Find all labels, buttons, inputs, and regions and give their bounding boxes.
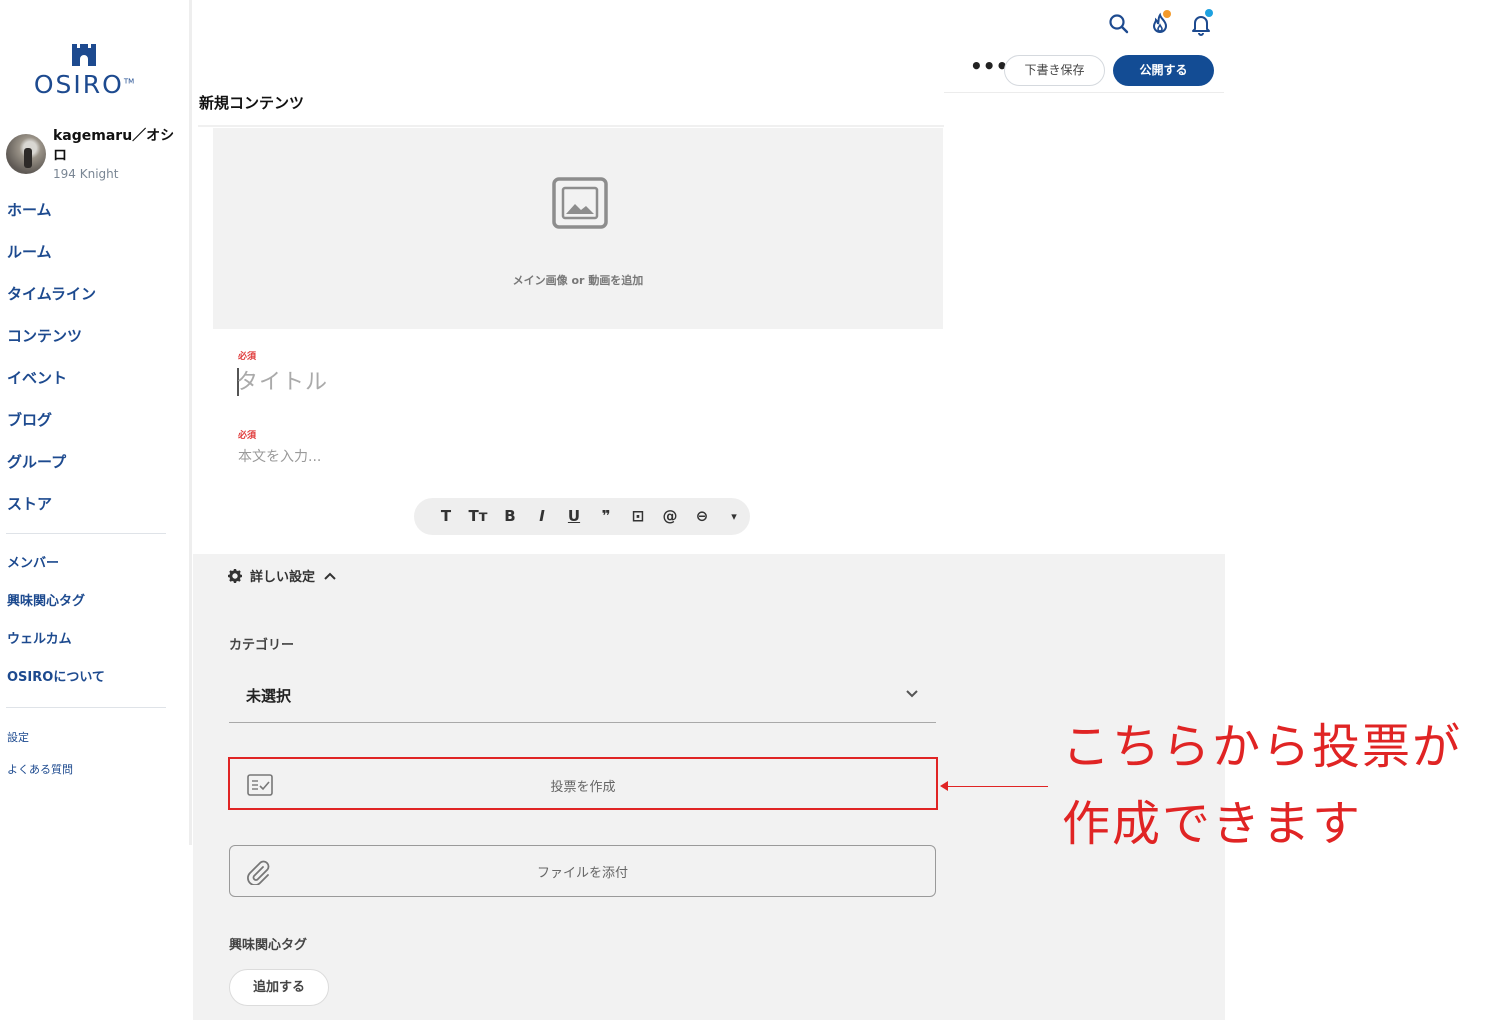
body-input[interactable]: 本文を入力... (238, 446, 321, 466)
bell-icon[interactable] (1189, 9, 1213, 36)
castle-icon (72, 44, 96, 66)
notification-badge (1163, 10, 1171, 18)
brand-name: OSIROTM (33, 70, 135, 99)
nav-item-event[interactable]: イベント (7, 364, 177, 406)
user-points: 194 Knight (53, 167, 119, 181)
title-input[interactable]: タイトル (236, 364, 328, 396)
create-poll-label: 投票を作成 (550, 780, 616, 795)
more-format-button[interactable]: ▾ (718, 498, 750, 535)
title-divider (198, 125, 944, 127)
user-profile[interactable]: kagemaru／オシロ 194 Knight (6, 124, 181, 184)
nav-item-blog[interactable]: ブログ (7, 406, 177, 448)
notification-badge (1205, 9, 1213, 17)
nav-item-welcome[interactable]: ウェルカム (7, 628, 177, 666)
main-nav: ホーム ルーム タイムライン コンテンツ イベント ブログ グループ ストア (7, 196, 177, 532)
detailed-settings-label: 詳しい設定 (250, 570, 316, 585)
media-upload-label: メイン画像 or 動画を追加 (512, 274, 644, 287)
mention-button[interactable]: @ (654, 498, 686, 535)
chevron-up-icon (324, 572, 336, 580)
annotation-line-1: こちらから投票が (1062, 719, 1463, 775)
annotation-arrow (945, 786, 1048, 787)
nav-item-interest-tags[interactable]: 興味関心タグ (7, 590, 177, 628)
nav-item-group[interactable]: グループ (7, 448, 177, 490)
create-poll-button[interactable]: 投票を作成 (228, 757, 938, 810)
italic-button[interactable]: I (526, 498, 558, 535)
add-tag-button[interactable]: 追加する (229, 969, 329, 1006)
secondary-nav: メンバー 興味関心タグ ウェルカム OSIROについて (7, 552, 177, 704)
nav-item-faq[interactable]: よくある質問 (7, 760, 177, 792)
publish-button[interactable]: 公開する (1113, 55, 1214, 86)
attach-file-button[interactable]: ファイルを添付 (229, 845, 936, 897)
media-upload-area[interactable]: メイン画像 or 動画を追加 (213, 128, 943, 329)
link-button[interactable]: ⊖ (686, 498, 718, 535)
nav-divider (6, 707, 166, 708)
header-divider (944, 92, 1224, 93)
nav-divider (6, 533, 166, 534)
nav-item-room[interactable]: ルーム (7, 238, 177, 280)
search-icon[interactable] (1107, 12, 1131, 36)
avatar[interactable] (6, 134, 46, 174)
fire-icon[interactable] (1148, 10, 1172, 36)
insert-image-button[interactable]: ⊡ (622, 498, 654, 535)
nav-item-contents[interactable]: コンテンツ (7, 322, 177, 364)
category-value: 未選択 (246, 687, 292, 705)
required-badge: 必須 (238, 431, 257, 441)
nav-item-about[interactable]: OSIROについて (7, 666, 177, 704)
interest-tags-label: 興味関心タグ (229, 938, 308, 953)
gear-icon (228, 568, 242, 583)
nav-item-home[interactable]: ホーム (7, 196, 177, 238)
underline-button[interactable]: U (558, 498, 590, 535)
annotation-line-2: 作成できます (1062, 796, 1363, 852)
format-toolbar: T Tт B I U ❞ ⊡ @ ⊖ ▾ (414, 498, 750, 535)
category-label: カテゴリー (229, 638, 295, 653)
nav-item-members[interactable]: メンバー (7, 552, 177, 590)
osiro-logo[interactable]: OSIROTM (28, 44, 140, 99)
nav-item-settings[interactable]: 設定 (7, 728, 177, 760)
required-badge: 必須 (238, 352, 257, 362)
text-size-button[interactable]: Tт (462, 498, 494, 535)
save-draft-button[interactable]: 下書き保存 (1004, 55, 1105, 86)
nav-item-timeline[interactable]: タイムライン (7, 280, 177, 322)
page-title: 新規コンテンツ (199, 94, 305, 112)
quote-button[interactable]: ❞ (590, 498, 622, 535)
user-name: kagemaru／オシロ (53, 128, 175, 164)
image-placeholder-icon (552, 177, 608, 229)
sidebar: OSIROTM kagemaru／オシロ 194 Knight ホーム ルーム … (0, 0, 192, 845)
category-select[interactable]: 未選択 (229, 672, 936, 723)
attach-file-label: ファイルを添付 (536, 866, 628, 881)
bold-button[interactable]: B (494, 498, 526, 535)
footer-nav: 設定 よくある質問 (7, 728, 177, 792)
detailed-settings-toggle[interactable]: 詳しい設定 (228, 566, 337, 585)
more-menu-button[interactable]: ••• (970, 56, 1008, 78)
chevron-down-icon (906, 690, 918, 698)
nav-item-store[interactable]: ストア (7, 490, 177, 532)
text-format-button[interactable]: T (430, 498, 462, 535)
